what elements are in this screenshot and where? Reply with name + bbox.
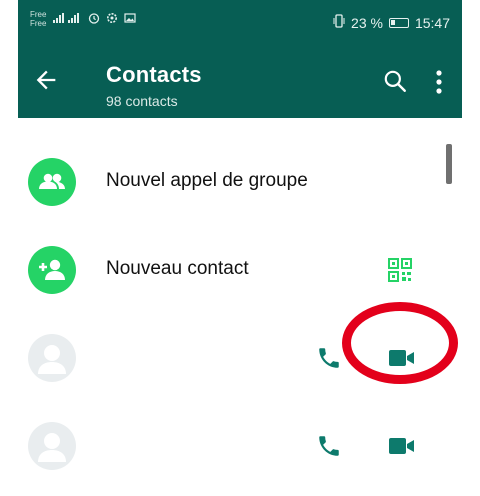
contact-row[interactable] <box>18 404 462 492</box>
carrier-names: Free Free <box>30 10 46 28</box>
app-screen: Free Free 23 % 15:47 Contacts 98 contact… <box>18 0 462 496</box>
alarm-icon <box>88 12 100 27</box>
arrow-back-icon[interactable] <box>32 66 60 94</box>
status-bar: Free Free 23 % 15:47 <box>18 0 462 46</box>
status-left: Free Free <box>30 10 137 28</box>
person-icon <box>28 334 76 382</box>
page-title: Contacts <box>106 62 202 87</box>
status-right: 23 % 15:47 <box>333 14 450 31</box>
signal-icon <box>52 12 82 27</box>
battery-percent: 23 % <box>351 14 383 31</box>
app-bar: Contacts 98 contacts <box>18 46 462 118</box>
add-contact-icon <box>28 246 76 294</box>
settings-icon <box>106 12 118 27</box>
row-label: Nouvel appel de groupe <box>106 170 308 191</box>
new-group-call-row[interactable]: Nouvel appel de groupe <box>18 140 462 228</box>
status-time: 15:47 <box>414 14 450 31</box>
group-icon <box>28 158 76 206</box>
phone-icon[interactable] <box>316 433 342 459</box>
left-margin <box>0 0 8 496</box>
carrier-bottom: Free <box>30 19 47 28</box>
right-margin <box>472 0 480 496</box>
contacts-count: 98 contacts <box>106 93 178 109</box>
more-vert-icon[interactable] <box>434 68 444 96</box>
video-call-icon[interactable] <box>388 435 416 457</box>
search-icon[interactable] <box>382 68 408 94</box>
scrollbar-thumb[interactable] <box>446 144 452 184</box>
gallery-icon <box>124 12 137 27</box>
vibrate-icon <box>333 14 345 31</box>
battery-icon <box>388 17 409 28</box>
carrier-top: Free <box>30 10 47 19</box>
highlight-circle <box>342 302 458 384</box>
qr-code-icon[interactable] <box>388 258 412 282</box>
phone-icon[interactable] <box>316 345 342 371</box>
person-icon <box>28 422 76 470</box>
row-label: Nouveau contact <box>106 258 249 279</box>
